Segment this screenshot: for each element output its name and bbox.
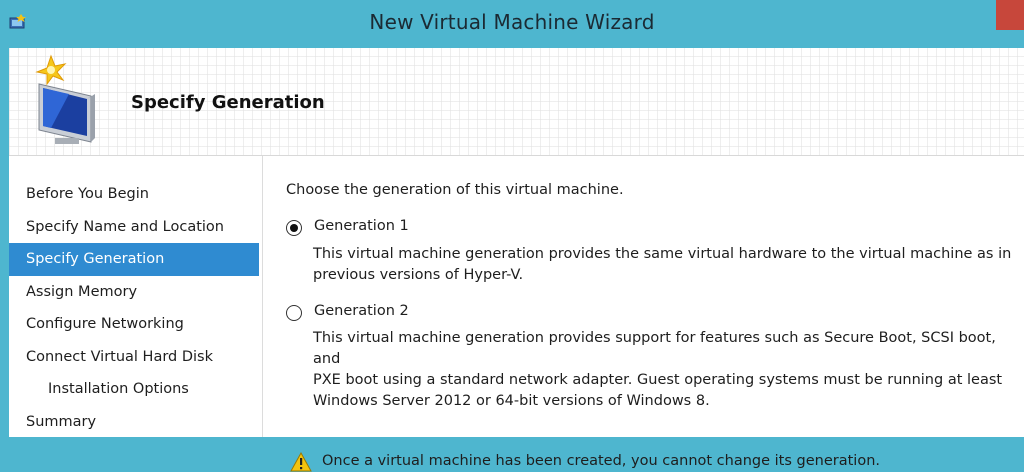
step-assign-memory[interactable]: Assign Memory [9,276,259,309]
page-title: Specify Generation [131,92,325,113]
new-vm-wizard-icon [35,54,95,144]
generation-1-desc-line: previous versions of Hyper-V. [313,267,524,283]
wizard-content: Choose the generation of this virtual ma… [263,156,1024,472]
generation-2-radio[interactable] [286,305,302,321]
generation-1-label[interactable]: Generation 1 [314,218,409,234]
step-before-you-begin[interactable]: Before You Begin [9,178,259,211]
generation-1-description: This virtual machine generation provides… [313,244,1013,286]
title-bar[interactable]: New Virtual Machine Wizard [0,0,1024,48]
generation-2-desc-line: Windows Server 2012 or 64-bit versions o… [313,393,710,409]
generation-2-desc-line: PXE boot using a standard network adapte… [313,372,1003,388]
step-configure-networking[interactable]: Configure Networking [9,308,259,341]
warning-text: Once a virtual machine has been created,… [322,453,880,469]
generation-2-description: This virtual machine generation provides… [313,328,1013,412]
wizard-window: Specify Generation Before You Begin Spec… [9,48,1024,472]
wizard-steps-sidebar: Before You Begin Specify Name and Locati… [9,156,263,437]
step-summary[interactable]: Summary [9,406,259,439]
step-specify-generation[interactable]: Specify Generation [9,243,259,276]
radio-selected-dot [290,224,298,232]
step-specify-name-and-location[interactable]: Specify Name and Location [9,211,259,244]
wizard-header: Specify Generation [9,48,1024,156]
close-button[interactable] [996,0,1024,30]
window-title: New Virtual Machine Wizard [369,10,655,34]
step-connect-virtual-hard-disk[interactable]: Connect Virtual Hard Disk [9,341,259,374]
warning-triangle-icon [290,452,312,472]
generation-prompt: Choose the generation of this virtual ma… [286,182,624,198]
step-installation-options[interactable]: Installation Options [9,373,259,406]
generation-1-desc-line: This virtual machine generation provides… [313,246,1012,262]
generation-2-label[interactable]: Generation 2 [314,303,409,319]
generation-2-desc-line: This virtual machine generation provides… [313,330,996,367]
generation-1-radio[interactable] [286,220,302,236]
